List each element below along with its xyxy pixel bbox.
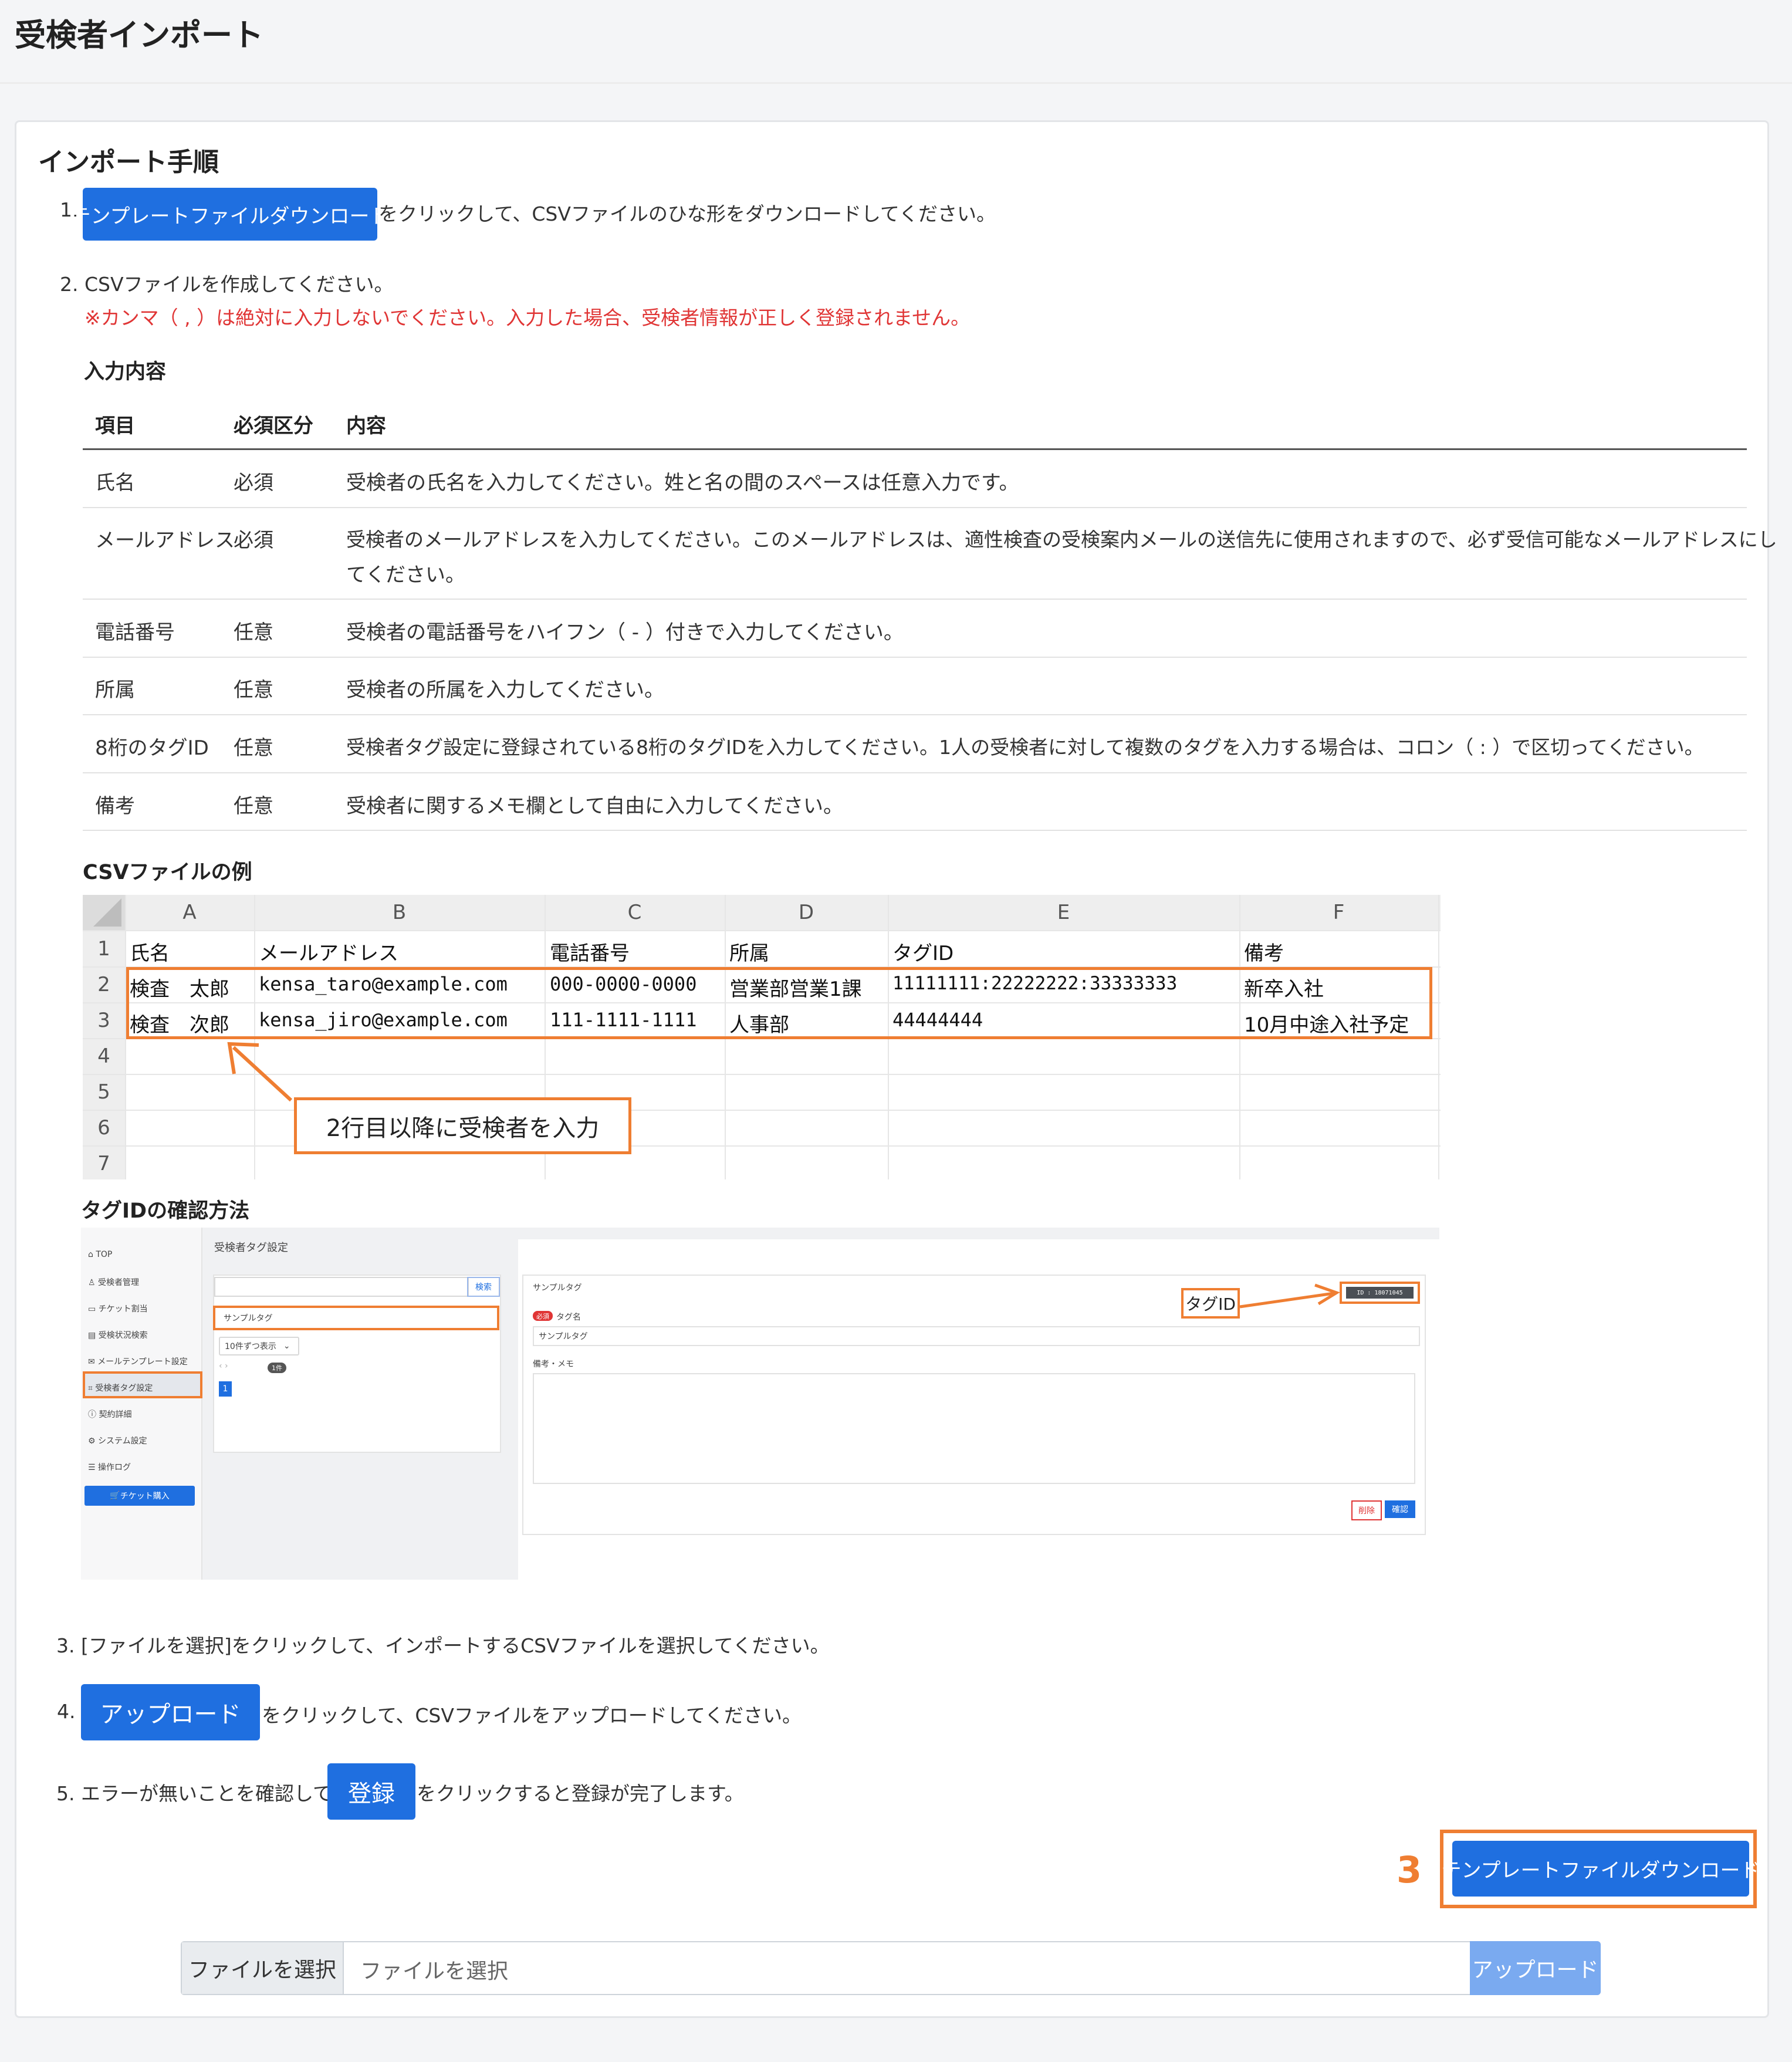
row-divider: [83, 830, 1747, 831]
table-cell-description: 受検者に関するメモ欄として自由に入力してください。: [346, 795, 843, 818]
step-4-text: をクリックして、CSVファイルをアップロードしてください。: [262, 1704, 802, 1727]
table-cell-item: 氏名: [95, 471, 135, 495]
step-number-3-marker: 3: [1397, 1848, 1422, 1891]
tag-id-callout-arrow: [1239, 1283, 1340, 1309]
table-cell-required: 任意: [234, 795, 273, 818]
table-cell-required: 任意: [234, 678, 273, 702]
page-title: 受検者インポート: [15, 18, 263, 53]
table-header-divider: [83, 448, 1747, 450]
upload-button[interactable]: アップロード: [1470, 1941, 1601, 1995]
table-cell-description: 受検者のメールアドレスを入力してください。このメールアドレスは、適性検査の受検案…: [346, 528, 1777, 551]
row-divider: [83, 714, 1747, 715]
tag-settings-screenshot: ⌂ TOP ♙ 受検者管理 ▭ チケット割当 ▤ 受検状況検索 ✉ メールテンプ…: [81, 1228, 1439, 1580]
table-cell-required: 必須: [234, 529, 273, 552]
csv-example-title: CSVファイルの例: [83, 861, 252, 884]
table-cell-required: 任意: [234, 736, 273, 760]
table-cell-required: 必須: [234, 471, 273, 495]
row-divider: [83, 599, 1747, 600]
row-divider: [83, 657, 1747, 658]
table-cell-required: 任意: [234, 621, 273, 644]
step-5-text: 5. エラーが無いことを確認して、: [56, 1782, 351, 1805]
table-cell-description: 受検者の所属を入力してください。: [346, 678, 664, 702]
table-cell-item: 電話番号: [95, 621, 175, 644]
step-4-number: 4.: [57, 1700, 76, 1723]
table-header-content: 内容: [346, 414, 386, 438]
table-cell-description: 受検者タグ設定に登録されている8桁のタグIDを入力してください。1人の受検者に対…: [346, 736, 1704, 759]
file-select-button[interactable]: ファイルを選択: [182, 1942, 344, 1994]
register-button-inline[interactable]: 登録: [327, 1763, 415, 1820]
step-5-text-2: をクリックすると登録が完了します。: [417, 1782, 744, 1805]
template-download-button[interactable]: テンプレートファイルダウンロード: [71, 188, 390, 241]
tag-id-callout: タグID: [1181, 1288, 1240, 1319]
step-1-text: をクリックして、CSVファイルのひな形をダウンロードしてください。: [378, 202, 996, 225]
section-title: インポート手順: [38, 147, 219, 177]
table-cell-item: 8桁のタグID: [95, 736, 209, 760]
comma-warning: ※カンマ（ , ）は絶対に入力しないでください。入力した場合、受検者情報が正しく…: [84, 306, 971, 329]
file-name-field[interactable]: ファイルを選択: [360, 1954, 508, 1985]
table-cell-description-cont: てください。: [346, 563, 465, 587]
step-3-text: 3. [ファイルを選択]をクリックして、インポートするCSVファイルを選択してく…: [56, 1634, 830, 1657]
template-download-button-bottom[interactable]: テンプレートファイルダウンロード: [1442, 1841, 1760, 1897]
table-header-item: 項目: [95, 414, 135, 438]
table-cell-description: 受検者の電話番号をハイフン（ - ）付きで入力してください。: [346, 621, 904, 644]
step-2-text: 2. CSVファイルを作成してください。: [60, 273, 394, 296]
upload-button-inline[interactable]: アップロード: [81, 1684, 260, 1740]
row-divider: [83, 772, 1747, 773]
tag-id-title: タグIDの確認方法: [81, 1199, 250, 1223]
table-cell-item: メールアドレス: [95, 529, 235, 552]
csv-callout-text: 2行目以降に受検者を入力: [326, 1114, 600, 1142]
table-cell-item: 備考: [95, 795, 135, 818]
table-header-required: 必須区分: [234, 414, 313, 438]
csv-callout: 2行目以降に受検者を入力: [294, 1097, 631, 1154]
csv-example-sheet: A B C D E F 1 2 3 4 5 6 7 氏名 メールアドレス 電話番…: [83, 895, 1441, 1179]
table-cell-description: 受検者の氏名を入力してください。姓と名の間のスペースは任意入力です。: [346, 471, 1019, 495]
header-divider: [0, 82, 1792, 84]
row-divider: [83, 507, 1747, 508]
input-content-title: 入力内容: [84, 360, 167, 384]
callout-arrow: [227, 1042, 293, 1102]
table-cell-item: 所属: [95, 678, 135, 702]
